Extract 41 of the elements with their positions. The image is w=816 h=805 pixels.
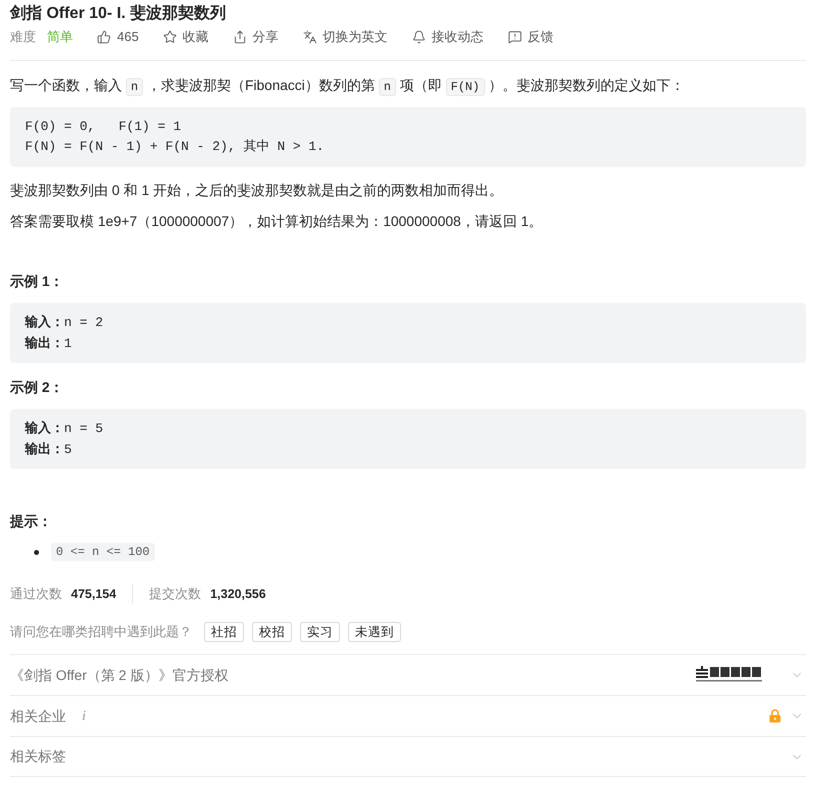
translate-icon — [302, 30, 317, 44]
difficulty-value: 简单 — [47, 28, 73, 46]
code-block: F(0) = 0, F(1) = 1 F(N) = F(N - 1) + F(N - 2), 其中 N > 1. — [10, 107, 806, 167]
stat-value: 1,320,556 — [210, 586, 266, 603]
share-icon — [232, 30, 247, 44]
publisher-logo — [696, 666, 764, 684]
subscribe-button[interactable]: 接收动态 — [412, 27, 484, 47]
tags-panel-header[interactable]: 相关标签 — [10, 736, 806, 777]
example-line: 输出：5 — [25, 440, 73, 459]
bell-icon — [412, 30, 426, 44]
description-paragraph: 写一个函数，输入 n ，求斐波那契（Fibonacci）数列的第 n 项（即 F(N) ）。斐波那契数列的定义如下： — [10, 76, 686, 98]
survey-option[interactable]: 未遇到 — [348, 622, 401, 642]
constraints-heading: 提示： — [10, 512, 53, 531]
stat-value: 475,154 — [71, 586, 116, 603]
companies-panel-header[interactable]: 相关企业 i — [10, 695, 806, 736]
survey-question: 请问您在哪类招聘中遇到此题？ — [10, 623, 192, 642]
thumbs-up-icon — [97, 30, 111, 44]
problem-title: 剑指 Offer 10- I. 斐波那契数列 — [10, 4, 228, 24]
stat-label: 提交次数 — [149, 585, 202, 604]
description-paragraph: 斐波那契数列由 0 和 1 开始，之后的斐波那契数就是由之前的两数相加而得出。 — [10, 181, 504, 200]
example-line: 输入：n = 5 — [25, 419, 104, 438]
description-paragraph: 答案需要取模 1e9+7（1000000007），如计算初始结果为：1000000008，请返回 1。 — [10, 212, 544, 231]
share-button[interactable]: 分享 — [232, 27, 279, 47]
example-heading: 示例 2： — [10, 378, 65, 397]
example-heading: 示例 1： — [10, 272, 65, 291]
star-icon — [162, 30, 177, 44]
difficulty-label: 难度 — [10, 28, 36, 46]
example-line: 输出：1 — [25, 334, 73, 353]
feedback-icon — [508, 30, 522, 44]
license-panel-header[interactable]: 《剑指 Offer（第 2 版）》官方授权 — [10, 654, 806, 695]
survey-option[interactable]: 实习 — [300, 622, 340, 642]
survey-option[interactable]: 社招 — [204, 622, 244, 642]
bullet-icon — [34, 550, 39, 554]
survey-option[interactable]: 校招 — [252, 622, 292, 642]
constraint-code: 0 <= n <= 100 — [51, 543, 155, 561]
feedback-button[interactable]: 反馈 — [508, 27, 554, 47]
like-button[interactable]: 465 — [97, 27, 139, 47]
stat-label: 通过次数 — [10, 585, 62, 604]
translate-button[interactable]: 切换为英文 — [302, 27, 388, 47]
example-line: 输入：n = 2 — [25, 313, 104, 332]
favorite-button[interactable]: 收藏 — [162, 27, 209, 47]
